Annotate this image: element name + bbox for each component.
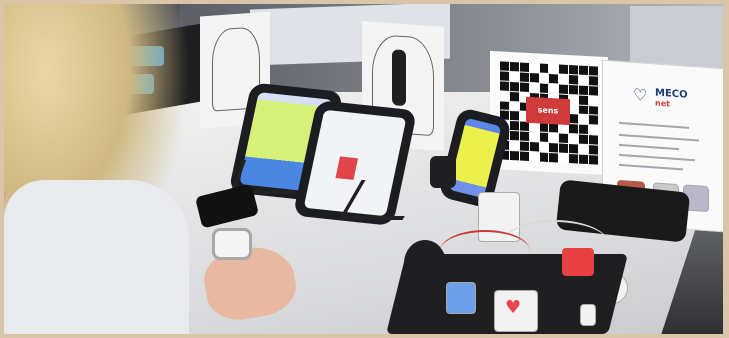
heart-card-device — [446, 282, 476, 314]
qr-code-sign: sens — [490, 50, 608, 176]
report-chart-bar — [335, 156, 358, 180]
ecg-device-on-poster — [392, 49, 406, 107]
sign-text-line — [619, 143, 679, 151]
heart-monitor-box: ♥ — [494, 290, 538, 332]
tablet-screen-ecg-2 — [448, 117, 502, 199]
sign-text-line — [619, 121, 689, 129]
heart-icon: ♥ — [505, 297, 522, 318]
heart-logo-icon: ♡ — [633, 84, 648, 105]
qr-logo-badge: sens — [526, 96, 570, 126]
brand-logo: MECO net — [655, 87, 688, 110]
person-white-coat — [4, 180, 189, 338]
sign-text-line — [619, 153, 695, 162]
watch-device — [212, 228, 252, 260]
cable — [440, 230, 530, 272]
sign-text-line — [619, 163, 683, 171]
photo-scene: sens ♡ MECO net ♥ — [0, 0, 729, 338]
sign-text-line — [619, 133, 699, 142]
tablet-stand-right — [430, 156, 456, 188]
clip-sensor — [580, 304, 596, 326]
